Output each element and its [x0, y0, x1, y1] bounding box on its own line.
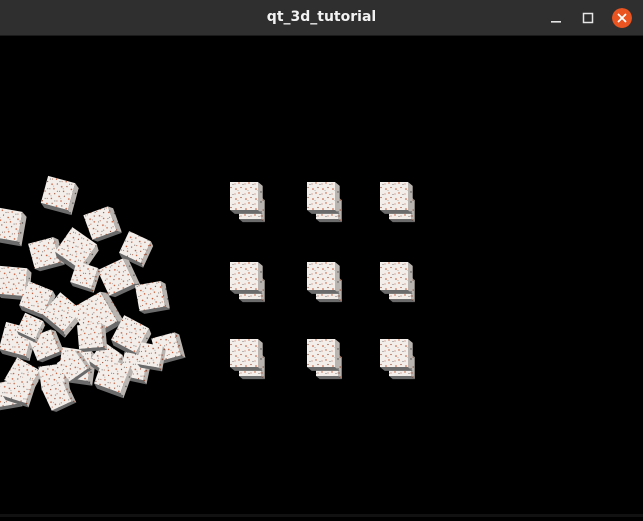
cube-grid	[230, 182, 415, 380]
grid-cube-2	[380, 182, 413, 214]
title-bar[interactable]: qt_3d_tutorial	[0, 0, 643, 36]
cube-1	[83, 206, 123, 242]
minimize-icon[interactable]	[546, 8, 566, 28]
grid-cube-5	[380, 262, 413, 294]
scene-svg	[0, 175, 415, 412]
maximize-icon[interactable]	[578, 8, 598, 28]
grid-cube-1	[307, 182, 340, 214]
grid-cube-6	[230, 339, 263, 371]
cube-cluster	[0, 175, 186, 412]
cube-0	[40, 175, 79, 216]
cube-2	[0, 206, 27, 247]
cube-28	[76, 322, 108, 352]
3d-viewport[interactable]	[0, 36, 643, 517]
grid-cube-7	[307, 339, 340, 371]
cube-10	[134, 280, 170, 314]
close-icon[interactable]	[612, 8, 632, 28]
grid-cube-3	[230, 262, 263, 294]
grid-cube-0	[230, 182, 263, 214]
grid-cube-8	[380, 339, 413, 371]
app-window: qt_3d_tutorial	[0, 0, 643, 517]
cube-27	[137, 342, 166, 372]
grid-cube-4	[307, 262, 340, 294]
